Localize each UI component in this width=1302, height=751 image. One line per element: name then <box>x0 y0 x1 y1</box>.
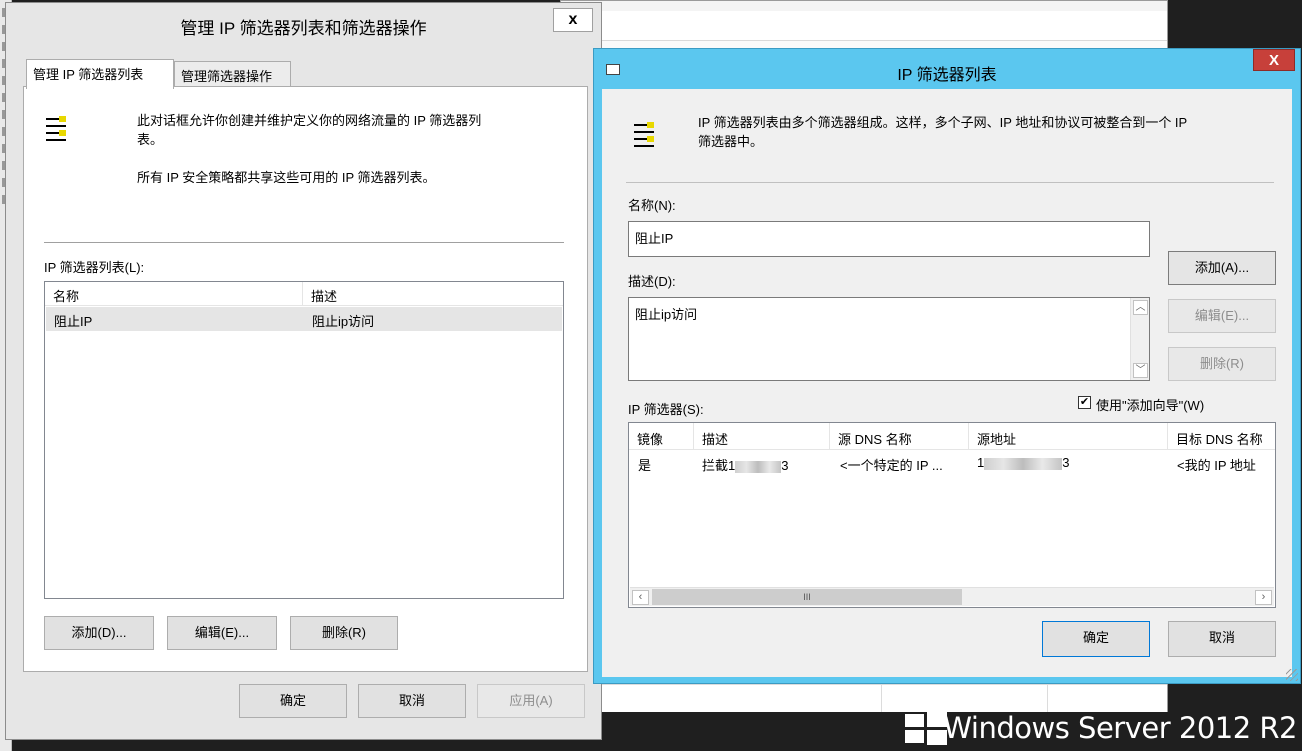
horizontal-scrollbar[interactable]: ‹ III › <box>630 587 1274 606</box>
column-header-source-dns[interactable]: 源 DNS 名称 <box>830 423 969 450</box>
close-button[interactable]: X <box>1253 49 1295 71</box>
ip-filters-list[interactable]: 镜像 描述 源 DNS 名称 源地址 目标 DNS 名称 是 拦截1 3 <一个特… <box>628 422 1276 608</box>
description-line-1: 此对话框允许你创建并维护定义你的网络流量的 IP 筛选器列 <box>137 113 482 128</box>
row-source-dns: <一个特定的 IP ... <box>840 458 943 473</box>
dialog-titlebar: 管理 IP 筛选器列表和筛选器操作 x <box>6 3 601 45</box>
description-textarea[interactable]: 阻止ip访问 ︿ ﹀ <box>628 297 1150 381</box>
use-wizard-checkbox[interactable]: ✔ <box>1078 396 1091 409</box>
delete-button[interactable]: 删除(R) <box>290 616 398 650</box>
ip-filter-list-icon <box>46 115 66 147</box>
row-description-prefix: 拦截1 <box>702 458 736 473</box>
scroll-right-icon[interactable]: › <box>1255 590 1272 605</box>
scroll-left-icon[interactable]: ‹ <box>632 590 649 605</box>
redacted-region <box>984 457 1063 470</box>
apply-button[interactable]: 应用(A) <box>477 684 585 718</box>
column-header-source-address[interactable]: 源地址 <box>969 423 1168 450</box>
name-label: 名称(N): <box>628 198 676 213</box>
column-header-name[interactable]: 名称 <box>45 282 303 306</box>
description-text: 阻止ip访问 <box>635 307 698 322</box>
row-description: 阻止ip访问 <box>312 314 375 329</box>
list-header: 镜像 描述 源 DNS 名称 源地址 目标 DNS 名称 <box>629 423 1275 450</box>
list-row[interactable]: 阻止IP 阻止ip访问 <box>46 307 562 331</box>
delete-button[interactable]: 删除(R) <box>1168 347 1276 381</box>
add-button[interactable]: 添加(D)... <box>44 616 154 650</box>
description-line-1: IP 筛选器列表由多个筛选器组成。这样，多个子网、IP 地址和协议可被整合到一个… <box>698 115 1188 130</box>
tab-panel: 此对话框允许你创建并维护定义你的网络流量的 IP 筛选器列 表。 所有 IP 安… <box>23 86 588 672</box>
vertical-scrollbar[interactable]: ︿ ﹀ <box>1130 298 1149 380</box>
list-header: 名称 描述 <box>45 282 563 306</box>
filter-list-label: IP 筛选器列表(L): <box>44 260 145 275</box>
ip-filter-list-icon <box>634 121 654 153</box>
resize-grip-icon[interactable] <box>1286 669 1298 681</box>
list-row[interactable]: 是 拦截1 3 <一个特定的 IP ... 1 3 <我的 IP 地址 <box>630 451 1274 475</box>
manage-ip-filter-lists-dialog: 管理 IP 筛选器列表和筛选器操作 x 管理 IP 筛选器列表 管理筛选器操作 … <box>5 2 602 740</box>
tab-manage-filter-actions[interactable]: 管理筛选器操作 <box>174 61 291 87</box>
dialog-title: 管理 IP 筛选器列表和筛选器操作 <box>180 19 427 38</box>
column-header-mirror[interactable]: 镜像 <box>629 423 694 450</box>
ip-filters-label: IP 筛选器(S): <box>628 402 704 417</box>
brand-text: Windows Server 2012 R2 <box>943 711 1297 745</box>
close-button[interactable]: x <box>553 8 593 32</box>
ok-button[interactable]: 确定 <box>1042 621 1150 657</box>
tab-manage-ip-filter-lists[interactable]: 管理 IP 筛选器列表 <box>26 59 174 89</box>
add-button[interactable]: 添加(A)... <box>1168 251 1276 285</box>
ip-filter-list[interactable]: 名称 描述 阻止IP 阻止ip访问 <box>44 281 564 599</box>
edit-button[interactable]: 编辑(E)... <box>167 616 277 650</box>
scroll-down-icon[interactable]: ﹀ <box>1133 363 1148 378</box>
windows-server-branding: Windows Server 2012 R2 <box>905 708 1297 748</box>
windows-logo-icon <box>905 712 947 745</box>
name-input[interactable]: 阻止IP <box>628 221 1150 257</box>
row-source-address-prefix: 1 <box>977 455 985 470</box>
cancel-button[interactable]: 取消 <box>358 684 466 718</box>
row-mirror: 是 <box>638 458 652 473</box>
column-header-description[interactable]: 描述 <box>303 282 561 306</box>
redacted-region <box>735 460 782 473</box>
scroll-thumb[interactable]: III <box>652 589 962 605</box>
column-header-description[interactable]: 描述 <box>694 423 830 450</box>
cancel-button[interactable]: 取消 <box>1168 621 1276 657</box>
column-header-dest-dns[interactable]: 目标 DNS 名称 <box>1168 423 1275 450</box>
description-label: 描述(D): <box>628 274 676 289</box>
scroll-up-icon[interactable]: ︿ <box>1133 300 1148 315</box>
row-description-suffix: 3 <box>781 458 789 473</box>
separator <box>44 242 564 243</box>
edit-button[interactable]: 编辑(E)... <box>1168 299 1276 333</box>
dialog-title: IP 筛选器列表 <box>897 67 997 84</box>
row-name: 阻止IP <box>54 314 93 329</box>
ip-filter-list-dialog: IP 筛选器列表 X IP 筛选器列表由多个筛选器组成。这样，多个子网、IP 地… <box>593 48 1301 684</box>
separator <box>626 182 1274 183</box>
description-line-2: 表。 <box>137 132 164 147</box>
row-dest-dns: <我的 IP 地址 <box>1177 458 1256 473</box>
use-wizard-label[interactable]: 使用"添加向导"(W) <box>1096 395 1204 414</box>
description-line-2: 筛选器中。 <box>698 134 764 149</box>
ok-button[interactable]: 确定 <box>239 684 347 718</box>
description-line-3: 所有 IP 安全策略都共享这些可用的 IP 筛选器列表。 <box>137 170 436 185</box>
row-source-address-suffix: 3 <box>1062 455 1070 470</box>
dialog-body: IP 筛选器列表由多个筛选器组成。这样，多个子网、IP 地址和协议可被整合到一个… <box>602 89 1292 677</box>
